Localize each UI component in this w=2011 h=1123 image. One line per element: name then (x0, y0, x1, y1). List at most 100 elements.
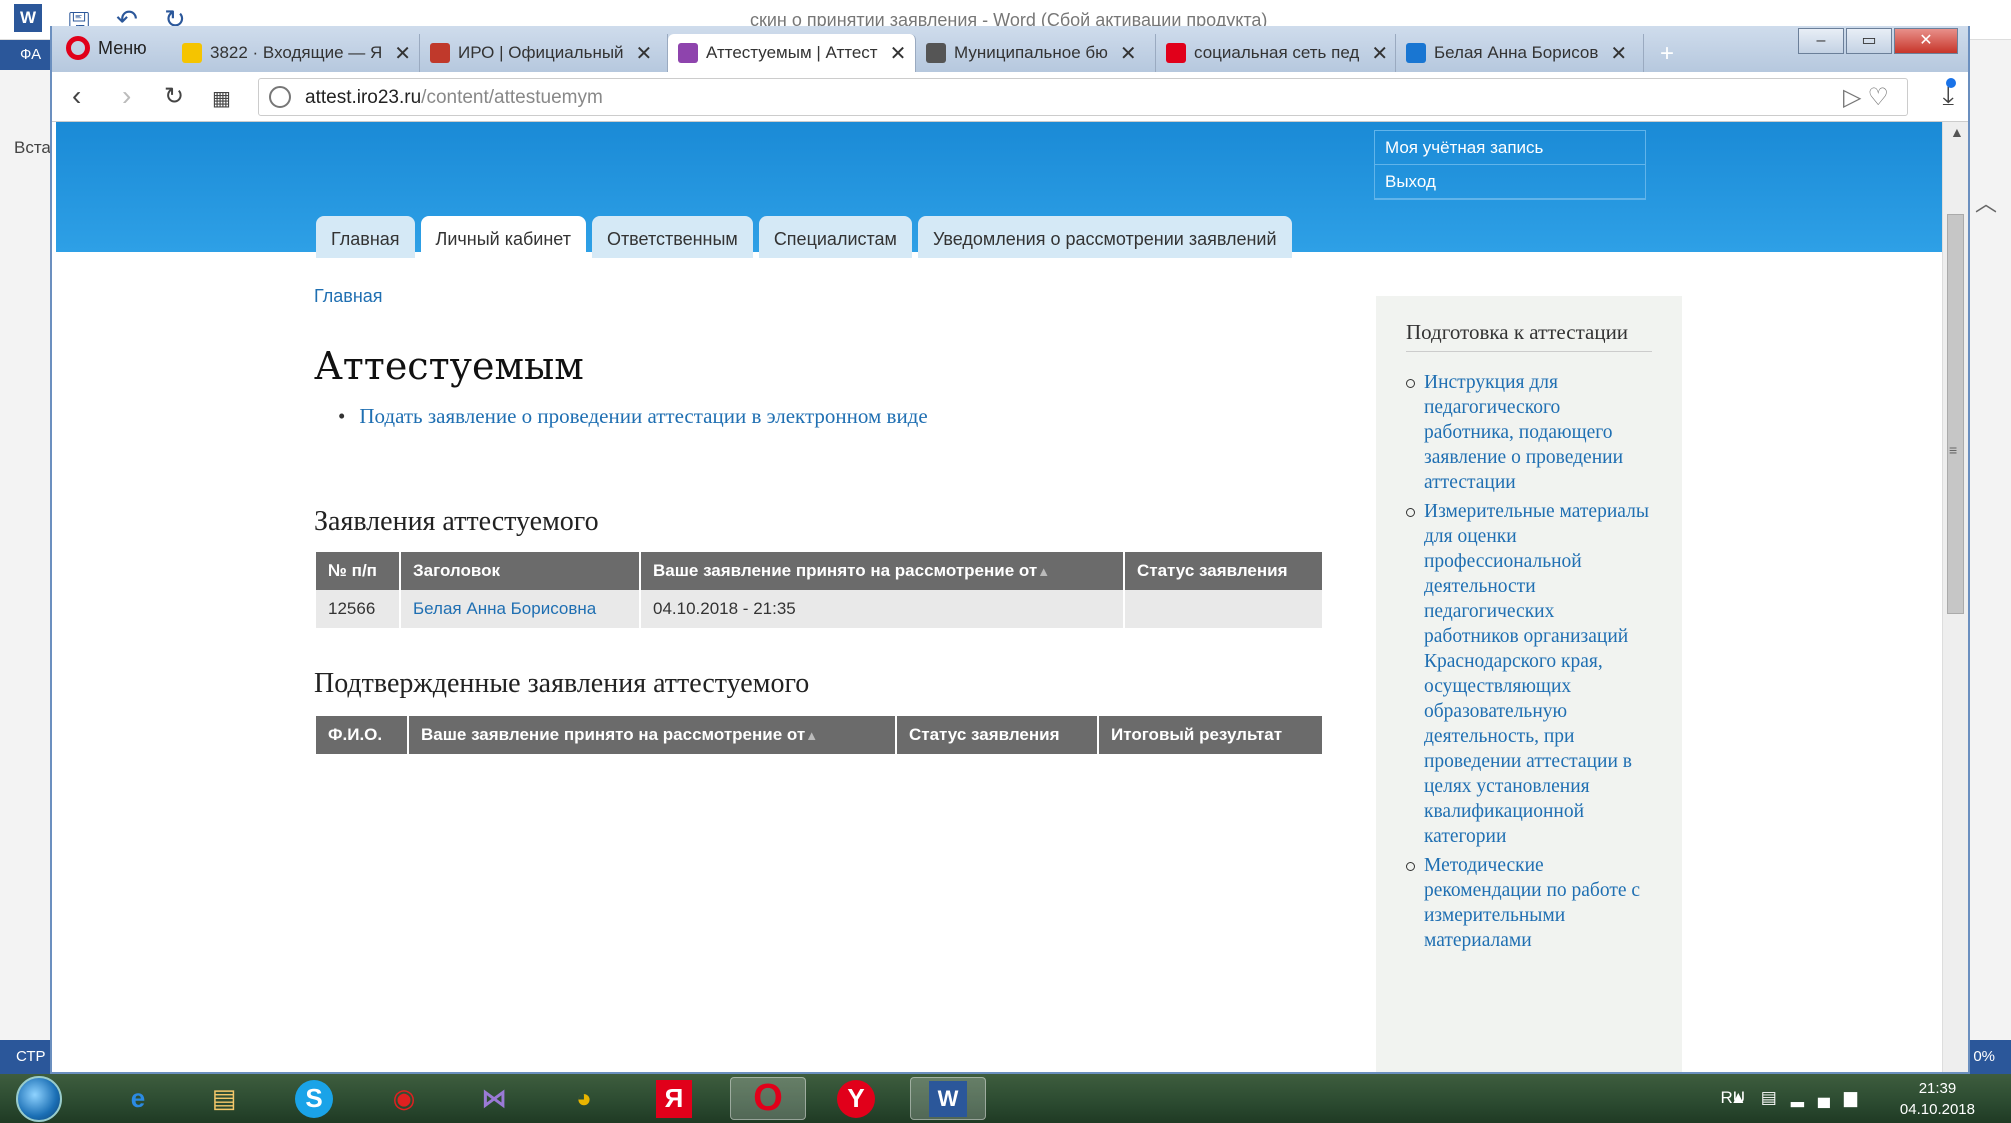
word-logo-icon: W (14, 4, 42, 32)
heart-icon[interactable]: ♡ (1867, 84, 1895, 111)
tab-notifications[interactable]: Уведомления о рассмотрении заявлений (917, 216, 1292, 258)
yandex-badge: Я (656, 1079, 692, 1118)
close-icon[interactable]: ✕ (1610, 41, 1627, 66)
main-nav: Главная Личный кабинет Ответственным Спе… (316, 216, 1292, 258)
tab-mail[interactable]: 3822 · Входящие — Я ✕ (172, 34, 420, 72)
chevron-up-icon[interactable]: ︿ (1975, 186, 1997, 218)
yandex-browser-icon[interactable]: Y (818, 1077, 894, 1120)
tab-cabinet[interactable]: Личный кабинет (420, 216, 586, 258)
breadcrumb[interactable]: Главная (314, 286, 383, 307)
app-purple-icon[interactable]: ⋈ (456, 1077, 532, 1120)
tab-specialists[interactable]: Специалистам (758, 216, 912, 258)
signal-icon[interactable]: ▂▄▆ (1791, 1088, 1871, 1107)
sidebar-list: Инструкция для педагогического работника… (1406, 370, 1652, 953)
close-icon[interactable]: ✕ (636, 41, 653, 66)
page-scrollbar[interactable]: ▲ ≡ (1942, 122, 1968, 1072)
tab-iro[interactable]: ИРО | Официальный ✕ (420, 34, 668, 72)
mail-icon (182, 43, 202, 63)
col-header-sortable[interactable]: Ваше заявление принято на рассмотрение о… (408, 716, 897, 754)
tab-attestuemym[interactable]: Аттестуемым | Аттест ✕ (668, 34, 916, 72)
col-header: № п/п (316, 552, 401, 590)
opera-menu-button[interactable]: Меню (66, 36, 147, 60)
grip-icon: ≡ (1949, 442, 1958, 458)
url-path: /content/attestuemym (421, 87, 603, 108)
yandex-icon[interactable]: Я (636, 1077, 712, 1120)
skype-icon[interactable]: S (276, 1077, 352, 1120)
table-header-row: Ф.И.О. Ваше заявление принято на рассмот… (316, 716, 1324, 754)
close-icon[interactable]: ✕ (890, 41, 907, 66)
sidebar-link-instruction[interactable]: Инструкция для педагогического работника… (1406, 370, 1652, 495)
page-title: Аттестуемым (314, 344, 584, 388)
clock-date: 04.10.2018 (1899, 1101, 1975, 1118)
col-header: Статус заявления (896, 716, 1099, 754)
col-header-label: Ваше заявление принято на рассмотрение о… (421, 725, 806, 744)
col-header: Статус заявления (1124, 552, 1324, 590)
my-account-link[interactable]: Моя учётная запись (1375, 131, 1645, 165)
list-item: Подать заявление о проведении аттестации… (338, 404, 927, 429)
submit-application-link[interactable]: Подать заявление о проведении аттестации… (359, 404, 927, 428)
row-date: 04.10.2018 - 21:35 (640, 590, 1125, 628)
user-menu: Моя учётная запись Выход (1374, 130, 1646, 200)
word-paste-button[interactable]: Вста (14, 138, 51, 158)
explorer-icon[interactable]: ▤ (186, 1077, 262, 1120)
application-link[interactable]: Белая Анна Борисовна (413, 599, 596, 618)
network-icon[interactable]: ▤ (1761, 1088, 1791, 1107)
scroll-thumb[interactable] (1947, 214, 1964, 614)
word-status-page: СТР (16, 1048, 46, 1065)
minimize-button[interactable]: – (1798, 28, 1844, 54)
yandex-icon (1166, 43, 1186, 63)
row-status (1124, 590, 1324, 628)
clock[interactable]: 21:39 04.10.2018 (1900, 1078, 1975, 1120)
scroll-up-icon[interactable]: ▲ (1950, 124, 1964, 140)
tray-icons: ▲▤▂▄▆ (1730, 1088, 1871, 1108)
page-viewport: Моя учётная запись Выход Главная Личный … (56, 122, 1944, 1072)
row-title: Белая Анна Борисовна (400, 590, 641, 628)
taskbar: e ▤ S ◉ ⋈ ◕ Я O Y W RU ▲▤▂▄▆ 21:39 04.10… (0, 1074, 2011, 1123)
sidebar-link-guidelines[interactable]: Методические рекомендации по работе с из… (1406, 853, 1652, 953)
url-input[interactable]: attest.iro23.ru/content/attestuemym ▷♡ (258, 78, 1908, 116)
row-number: 12566 (316, 590, 401, 628)
maximize-button[interactable]: ▭ (1846, 28, 1892, 54)
new-tab-plus-icon[interactable]: + (1660, 40, 1674, 68)
tab-municipal[interactable]: Муниципальное бю ✕ (916, 34, 1156, 72)
word-zoom-level[interactable]: 0% (1973, 1040, 1995, 1074)
tab-home[interactable]: Главная (316, 216, 415, 258)
tab-label: 3822 · Входящие — Я (210, 43, 383, 62)
sort-asc-icon: ▲ (1037, 564, 1051, 579)
logout-link[interactable]: Выход (1375, 165, 1645, 199)
sort-asc-icon: ▲ (805, 728, 819, 743)
send-icon[interactable]: ▷ (1843, 84, 1867, 111)
close-icon[interactable]: ✕ (394, 41, 411, 66)
ie-icon[interactable]: e (100, 1077, 176, 1120)
tab-social[interactable]: социальная сеть пед ✕ (1156, 34, 1396, 72)
close-icon[interactable]: ✕ (1371, 41, 1388, 66)
applications-title: Заявления аттестуемого (314, 506, 599, 537)
tab-bar: Меню 3822 · Входящие — Я ✕ ИРО | Официал… (52, 26, 1968, 72)
col-header: Итоговый результат (1098, 716, 1324, 754)
url-text: attest.iro23.ru/content/attestuemym (305, 87, 603, 109)
forward-icon[interactable]: › (122, 80, 131, 112)
reload-icon[interactable]: ↻ (164, 82, 184, 111)
col-header-sortable[interactable]: Ваше заявление принято на рассмотрение о… (640, 552, 1125, 590)
word-icon[interactable]: W (910, 1077, 986, 1120)
close-icon[interactable]: ✕ (1120, 41, 1137, 66)
tab-label: Аттестуемым | Аттест (706, 43, 878, 62)
start-button[interactable] (16, 1076, 62, 1122)
show-hidden-icon[interactable]: ▲ (1730, 1088, 1761, 1107)
tab-responsible[interactable]: Ответственным (591, 216, 753, 258)
col-header: Ф.И.О. (316, 716, 409, 754)
chrome-icon[interactable]: ◕ (546, 1077, 622, 1120)
word-ribbon-tab-file[interactable]: ФА (0, 40, 52, 70)
word-badge: W (929, 1080, 967, 1117)
back-icon[interactable]: ‹ (72, 80, 81, 112)
speed-dial-icon[interactable]: ▦ (212, 86, 231, 111)
tab-belaya[interactable]: Белая Анна Борисов ✕ (1396, 34, 1644, 72)
app-red-icon[interactable]: ◉ (366, 1077, 442, 1120)
sidebar-link-materials[interactable]: Измерительные материалы для оценки профе… (1406, 499, 1652, 849)
tab-label: Белая Анна Борисов (1434, 43, 1599, 62)
sidebar: Подготовка к аттестации Инструкция для п… (1376, 296, 1682, 1072)
table-header-row: № п/п Заголовок Ваше заявление принято н… (316, 552, 1324, 590)
download-badge (1946, 78, 1956, 88)
opera-icon[interactable]: O (730, 1077, 806, 1120)
close-window-button[interactable]: ✕ (1894, 28, 1958, 54)
